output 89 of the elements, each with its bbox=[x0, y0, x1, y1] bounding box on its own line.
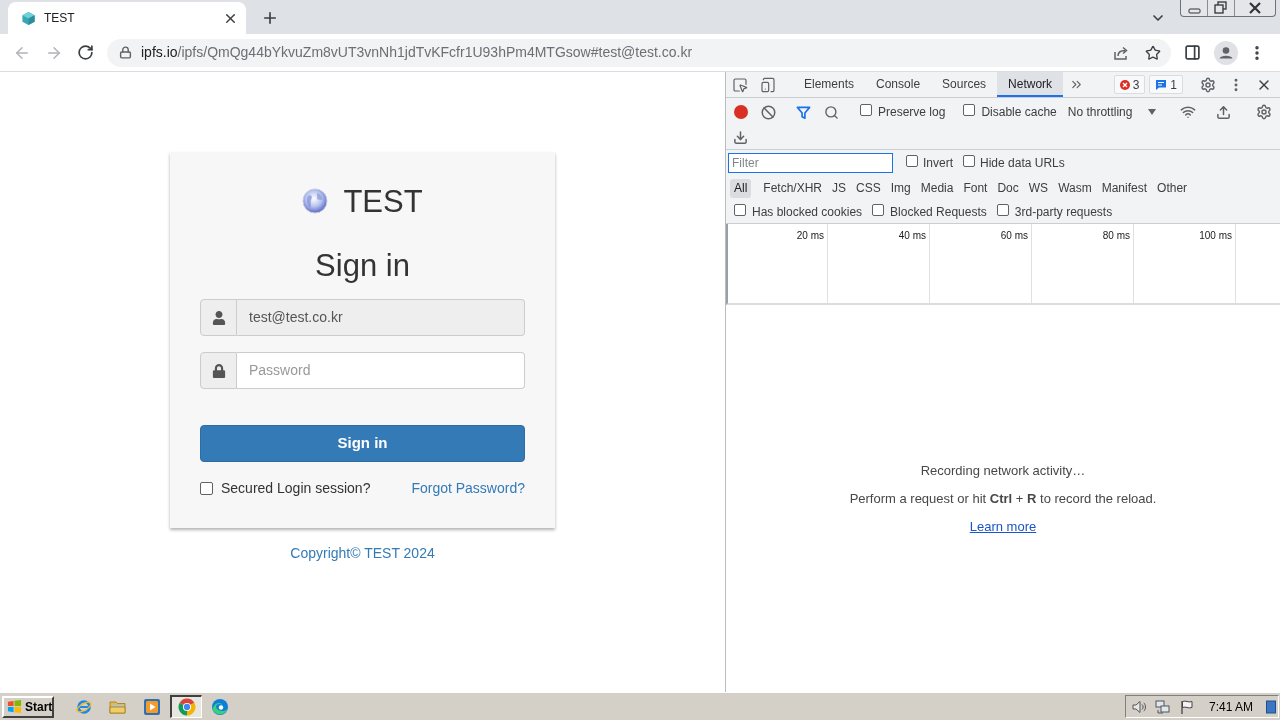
taskbar-button[interactable] bbox=[170, 695, 202, 718]
share-icon[interactable] bbox=[1113, 44, 1129, 61]
forgot-password-link[interactable]: Forgot Password? bbox=[411, 477, 525, 499]
device-toggle-icon[interactable] bbox=[760, 76, 776, 93]
devtools-tab[interactable]: Sources bbox=[931, 72, 998, 97]
windows-flag-icon bbox=[7, 699, 22, 714]
error-count-badge[interactable]: 3 bbox=[1113, 75, 1146, 94]
wifi-icon[interactable] bbox=[1180, 104, 1196, 120]
filter-field[interactable]: Filter bbox=[728, 153, 893, 173]
message-count-badge[interactable]: 1 bbox=[1149, 75, 1183, 94]
start-button[interactable]: Start bbox=[2, 695, 54, 718]
flag-icon[interactable] bbox=[1178, 698, 1195, 715]
upload-icon[interactable] bbox=[1216, 104, 1231, 120]
sign-in-heading: Sign in bbox=[314, 249, 411, 283]
lock-icon bbox=[211, 363, 226, 378]
devtools-tab[interactable]: Network bbox=[997, 72, 1064, 97]
checkbox[interactable] bbox=[996, 203, 1009, 216]
email-field[interactable]: test@test.co.kr bbox=[237, 299, 525, 336]
devtools-tab[interactable]: Console bbox=[865, 72, 932, 97]
show-desktop-icon[interactable] bbox=[1266, 699, 1276, 714]
learn-more-link[interactable]: Learn more bbox=[969, 518, 1037, 535]
checkbox-label: Secured Login session? bbox=[221, 478, 371, 498]
resource-type-filter[interactable]: Media bbox=[916, 178, 958, 198]
chrome-icon[interactable] bbox=[177, 698, 196, 716]
timeline-tick-label: 20 ms bbox=[796, 229, 824, 243]
globe-icon bbox=[302, 188, 329, 214]
resource-type-filter[interactable]: All bbox=[730, 178, 752, 198]
address-bar[interactable]: ipfs.io/ipfs/QmQg44bYkvuZm8vUT3vnNh1jdTvKFcfr1U93hPm4MTGsow#test@test.co.kr bbox=[107, 38, 1171, 67]
checkbox-label: Preserve log bbox=[878, 104, 946, 121]
download-icon[interactable] bbox=[733, 130, 748, 145]
resource-type-filter[interactable]: JS bbox=[828, 178, 851, 198]
speaker-icon[interactable] bbox=[1130, 698, 1147, 715]
resource-type-filter[interactable]: CSS bbox=[852, 178, 885, 198]
record-icon[interactable] bbox=[734, 105, 748, 119]
resource-type-filter[interactable]: Wasm bbox=[1054, 178, 1096, 198]
timeline-tick-label: 80 ms bbox=[1102, 229, 1130, 243]
checkbox-label: Hide data URLs bbox=[980, 155, 1065, 172]
media-player-icon[interactable] bbox=[143, 697, 161, 716]
checkbox[interactable] bbox=[860, 104, 872, 116]
checkbox[interactable] bbox=[906, 155, 918, 167]
inspect-icon[interactable] bbox=[732, 76, 748, 93]
empty-state-title: Recording network activity… bbox=[920, 462, 1086, 479]
checkbox-label: Invert bbox=[923, 155, 953, 172]
resource-type-filter[interactable]: WS bbox=[1024, 178, 1053, 198]
checkbox-label: Blocked Requests bbox=[890, 203, 987, 221]
clock-time: 7:41 AM bbox=[1208, 698, 1253, 716]
resource-type-filter[interactable]: Manifest bbox=[1097, 178, 1152, 198]
settings-icon[interactable] bbox=[1200, 76, 1216, 93]
browser-tab[interactable]: TEST bbox=[8, 2, 246, 34]
side-panel-icon[interactable] bbox=[1184, 44, 1201, 61]
checkbox[interactable] bbox=[963, 104, 976, 116]
resource-type-filter[interactable]: Fetch/XHR bbox=[759, 178, 827, 198]
checkbox-label: Disable cache bbox=[981, 104, 1057, 121]
reload-icon[interactable] bbox=[77, 44, 94, 61]
filter-icon[interactable] bbox=[796, 104, 811, 120]
user-icon bbox=[211, 310, 226, 325]
checkbox[interactable] bbox=[872, 203, 885, 216]
resource-type-filter[interactable]: Font bbox=[959, 178, 992, 198]
checkbox-label: 3rd-party requests bbox=[1014, 203, 1113, 221]
copyright-text: Copyright© TEST 2024 bbox=[290, 544, 435, 562]
profile-avatar-icon[interactable] bbox=[1214, 40, 1238, 65]
empty-state-hint: Perform a request or hit Ctrl + R to record the reload. bbox=[849, 490, 1157, 507]
cube-icon bbox=[21, 10, 36, 26]
edge-icon[interactable] bbox=[211, 697, 229, 716]
brand-name: TEST bbox=[343, 185, 423, 217]
checkbox[interactable] bbox=[734, 203, 746, 216]
resource-type-filter[interactable]: Img bbox=[886, 178, 915, 198]
throttling-dropdown[interactable]: No throttling bbox=[1067, 103, 1157, 121]
lock-icon bbox=[119, 46, 132, 59]
password-field[interactable]: Password bbox=[237, 352, 525, 389]
checkbox-label: Has blocked cookies bbox=[752, 203, 863, 221]
resource-type-filter[interactable]: Other bbox=[1153, 178, 1192, 198]
star-icon[interactable] bbox=[1145, 44, 1161, 61]
clear-icon[interactable] bbox=[761, 104, 776, 120]
message-icon bbox=[1155, 78, 1168, 91]
checkbox[interactable] bbox=[200, 481, 213, 495]
settings-icon[interactable] bbox=[1256, 104, 1272, 120]
sign-in-button[interactable]: Sign in bbox=[200, 425, 525, 462]
resource-type-filter[interactable]: Doc bbox=[993, 178, 1023, 198]
checkbox[interactable] bbox=[963, 155, 975, 167]
error-icon bbox=[1119, 79, 1130, 90]
caret-icon bbox=[1148, 109, 1157, 115]
timeline-tick-label: 40 ms bbox=[898, 229, 926, 243]
timeline-tick-label: 100 ms bbox=[1199, 229, 1232, 243]
search-icon[interactable] bbox=[824, 104, 839, 120]
devtools-tab[interactable]: Elements bbox=[793, 72, 866, 97]
timeline-tick-label: 60 ms bbox=[1000, 229, 1028, 243]
url-text: ipfs.io/ipfs/QmQg44bYkvuZm8vUT3vnNh1jdTvKFcfr1U93hPm4MTGsow#test@test.co.kr bbox=[141, 43, 693, 62]
network-icon[interactable] bbox=[1154, 698, 1171, 715]
